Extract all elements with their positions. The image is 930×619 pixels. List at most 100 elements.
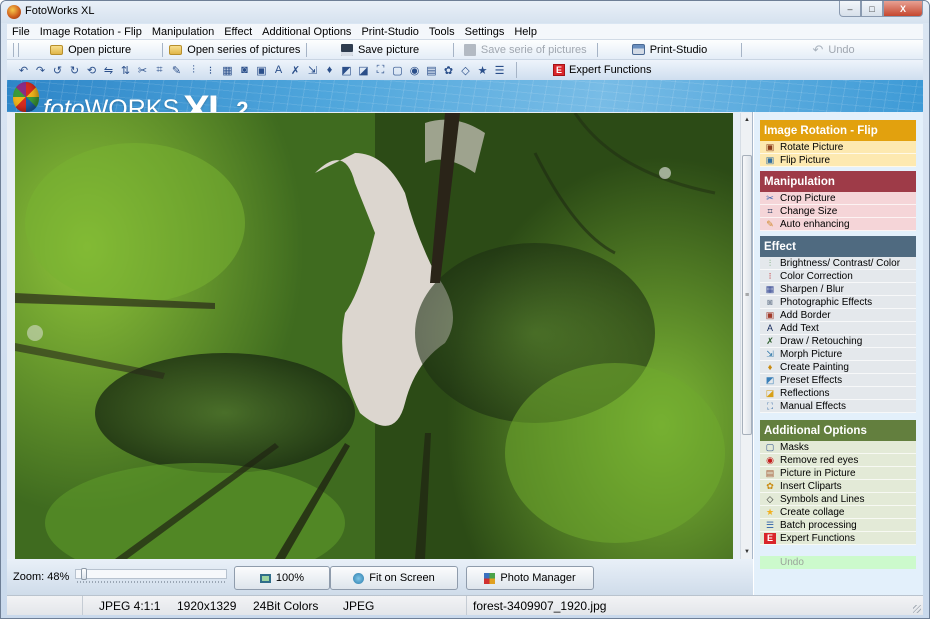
rotate-left-icon[interactable]: ↶ [15, 62, 32, 78]
sidebar-section-header[interactable]: Image Rotation - Flip [760, 120, 916, 141]
photo-manager-label: Photo Manager [500, 572, 576, 584]
sharpen-icon[interactable]: ▦ [219, 62, 236, 78]
sidebar-item[interactable]: ▤ Picture in Picture [760, 467, 916, 480]
expert-functions-button[interactable]: E Expert Functions [553, 64, 652, 76]
border-icon[interactable]: ▣ [253, 62, 270, 78]
floppy-disks-icon [463, 43, 476, 56]
sidebar-item[interactable]: ♦ Create Painting [760, 361, 916, 374]
menu-help[interactable]: Help [509, 26, 542, 38]
text-icon[interactable]: A [270, 62, 287, 78]
brightness-icon[interactable]: ⫶ [185, 62, 202, 78]
save-picture-button[interactable]: Save picture [309, 41, 450, 59]
sidebar-item[interactable]: ◇ Symbols and Lines [760, 493, 916, 506]
flip-icon[interactable]: ⇋ [100, 62, 117, 78]
sidebar-item[interactable]: ⫶ Brightness/ Contrast/ Color [760, 257, 916, 270]
red-eye-icon: ◉ [766, 454, 774, 465]
masks-icon[interactable]: ▢ [389, 62, 406, 78]
vertical-scrollbar[interactable]: ▲ ≡ ▼ [740, 113, 752, 559]
menu-settings[interactable]: Settings [460, 26, 510, 38]
photo-manager-button[interactable]: Photo Manager [466, 566, 594, 590]
morph-icon[interactable]: ⇲ [304, 62, 321, 78]
status-format: JPEG 4:1:1 [99, 598, 161, 613]
menu-effect[interactable]: Effect [219, 26, 257, 38]
scroll-up-arrow-icon[interactable]: ▲ [741, 113, 753, 127]
sidebar-item[interactable]: E Expert Functions [760, 532, 916, 545]
zoom-100-button[interactable]: 100% [234, 566, 330, 590]
sidebar-item[interactable]: ▢ Masks [760, 441, 916, 454]
flip-vertical-icon[interactable]: ⇅ [117, 62, 134, 78]
clipart-icon: ✿ [766, 480, 774, 491]
photographic-effects-icon[interactable]: ◙ [236, 62, 253, 78]
menu-tools[interactable]: Tools [424, 26, 460, 38]
actual-size-icon [259, 573, 271, 583]
preset-effects-icon[interactable]: ◩ [338, 62, 355, 78]
sidebar-item[interactable]: ◩ Preset Effects [760, 374, 916, 387]
sidebar-item[interactable]: ◪ Reflections [760, 387, 916, 400]
color-correction-icon[interactable]: ⁝ [202, 62, 219, 78]
picture-in-picture-icon[interactable]: ▤ [423, 62, 440, 78]
reflections-icon[interactable]: ◪ [355, 62, 372, 78]
minimize-button[interactable]: – [839, 1, 861, 17]
sidebar-item[interactable]: ▦ Sharpen / Blur [760, 283, 916, 296]
menu-print-studio[interactable]: Print-Studio [356, 26, 423, 38]
crop-icon[interactable]: ✂ [134, 62, 151, 78]
close-button[interactable]: X [883, 1, 923, 17]
scroll-down-arrow-icon[interactable]: ▼ [741, 545, 753, 559]
menu-manipulation[interactable]: Manipulation [147, 26, 219, 38]
open-picture-button[interactable]: Open picture [21, 41, 160, 59]
print-studio-button[interactable]: Print-Studio [600, 41, 739, 59]
sidebar-item[interactable]: ★ Create collage [760, 506, 916, 519]
rotate-right-icon[interactable]: ↷ [32, 62, 49, 78]
sidebar-section-header[interactable]: Manipulation [760, 171, 916, 192]
zoom-slider-thumb[interactable] [81, 568, 88, 580]
sidebar-item[interactable]: ▣ Rotate Picture [760, 141, 916, 154]
photo-canvas[interactable] [15, 113, 733, 559]
menu-image-rotation-flip[interactable]: Image Rotation - Flip [35, 26, 147, 38]
rotate-cw-icon[interactable]: ↻ [66, 62, 83, 78]
sidebar-item[interactable]: ◙ Photographic Effects [760, 296, 916, 309]
sidebar-item[interactable]: ✗ Draw / Retouching [760, 335, 916, 348]
resize-grip-icon[interactable] [913, 605, 921, 613]
resize-icon[interactable]: ⌗ [151, 62, 168, 78]
save-series-button[interactable]: Save serie of pictures [456, 41, 595, 59]
sidebar-item[interactable]: ✎ Auto enhancing [760, 218, 916, 231]
sidebar-item-label: Symbols and Lines [780, 493, 865, 505]
sidebar-item[interactable]: ▣ Flip Picture [760, 154, 916, 167]
sidebar-item[interactable]: ✂ Crop Picture [760, 192, 916, 205]
zoom-slider-track[interactable] [75, 569, 227, 579]
sidebar-item[interactable]: ☰ Batch processing [760, 519, 916, 532]
symbols-icon[interactable]: ◇ [457, 62, 474, 78]
sidebar-item[interactable]: A Add Text [760, 322, 916, 335]
sidebar-item[interactable]: ⇲ Morph Picture [760, 348, 916, 361]
sidebar-item[interactable]: ⛶ Manual Effects [760, 400, 916, 413]
scrollbar-thumb[interactable]: ≡ [742, 155, 752, 435]
sidebar-item[interactable]: ✿ Insert Cliparts [760, 480, 916, 493]
sidebar-section-header[interactable]: Additional Options [760, 420, 916, 441]
maximize-button[interactable]: □ [861, 1, 883, 17]
draw-icon[interactable]: ✗ [287, 62, 304, 78]
collage-icon[interactable]: ★ [474, 62, 491, 78]
toolbar-grip [13, 42, 14, 57]
sidebar-section-header[interactable]: Effect [760, 236, 916, 257]
painting-icon[interactable]: ♦ [321, 62, 338, 78]
open-series-button[interactable]: Open series of pictures [165, 41, 304, 59]
cliparts-icon[interactable]: ✿ [440, 62, 457, 78]
batch-icon[interactable]: ☰ [491, 62, 508, 78]
sidebar-item[interactable]: ⁝ Color Correction [760, 270, 916, 283]
sidebar-item[interactable]: ⌗ Change Size [760, 205, 916, 218]
red-eye-icon[interactable]: ◉ [406, 62, 423, 78]
rotate-ccw-icon[interactable]: ↺ [49, 62, 66, 78]
undo-button[interactable]: ↶ Undo [744, 41, 923, 59]
menu-additional-options[interactable]: Additional Options [257, 26, 356, 38]
menu-file[interactable]: File [7, 26, 35, 38]
fit-on-screen-button[interactable]: Fit on Screen [330, 566, 458, 590]
manual-effects-icon[interactable]: ⛶ [372, 62, 389, 78]
brand-banner: fotoWORKS XL 2 [7, 80, 923, 112]
sidebar-undo-button[interactable]: Undo [760, 556, 916, 569]
sidebar-item-label: Masks [780, 441, 809, 453]
sidebar-item[interactable]: ▣ Add Border [760, 309, 916, 322]
sidebar-item[interactable]: ◉ Remove red eyes [760, 454, 916, 467]
auto-enhance-icon[interactable]: ✎ [168, 62, 185, 78]
photo-manager-icon [484, 572, 496, 584]
rotate-free-icon[interactable]: ⟲ [83, 62, 100, 78]
